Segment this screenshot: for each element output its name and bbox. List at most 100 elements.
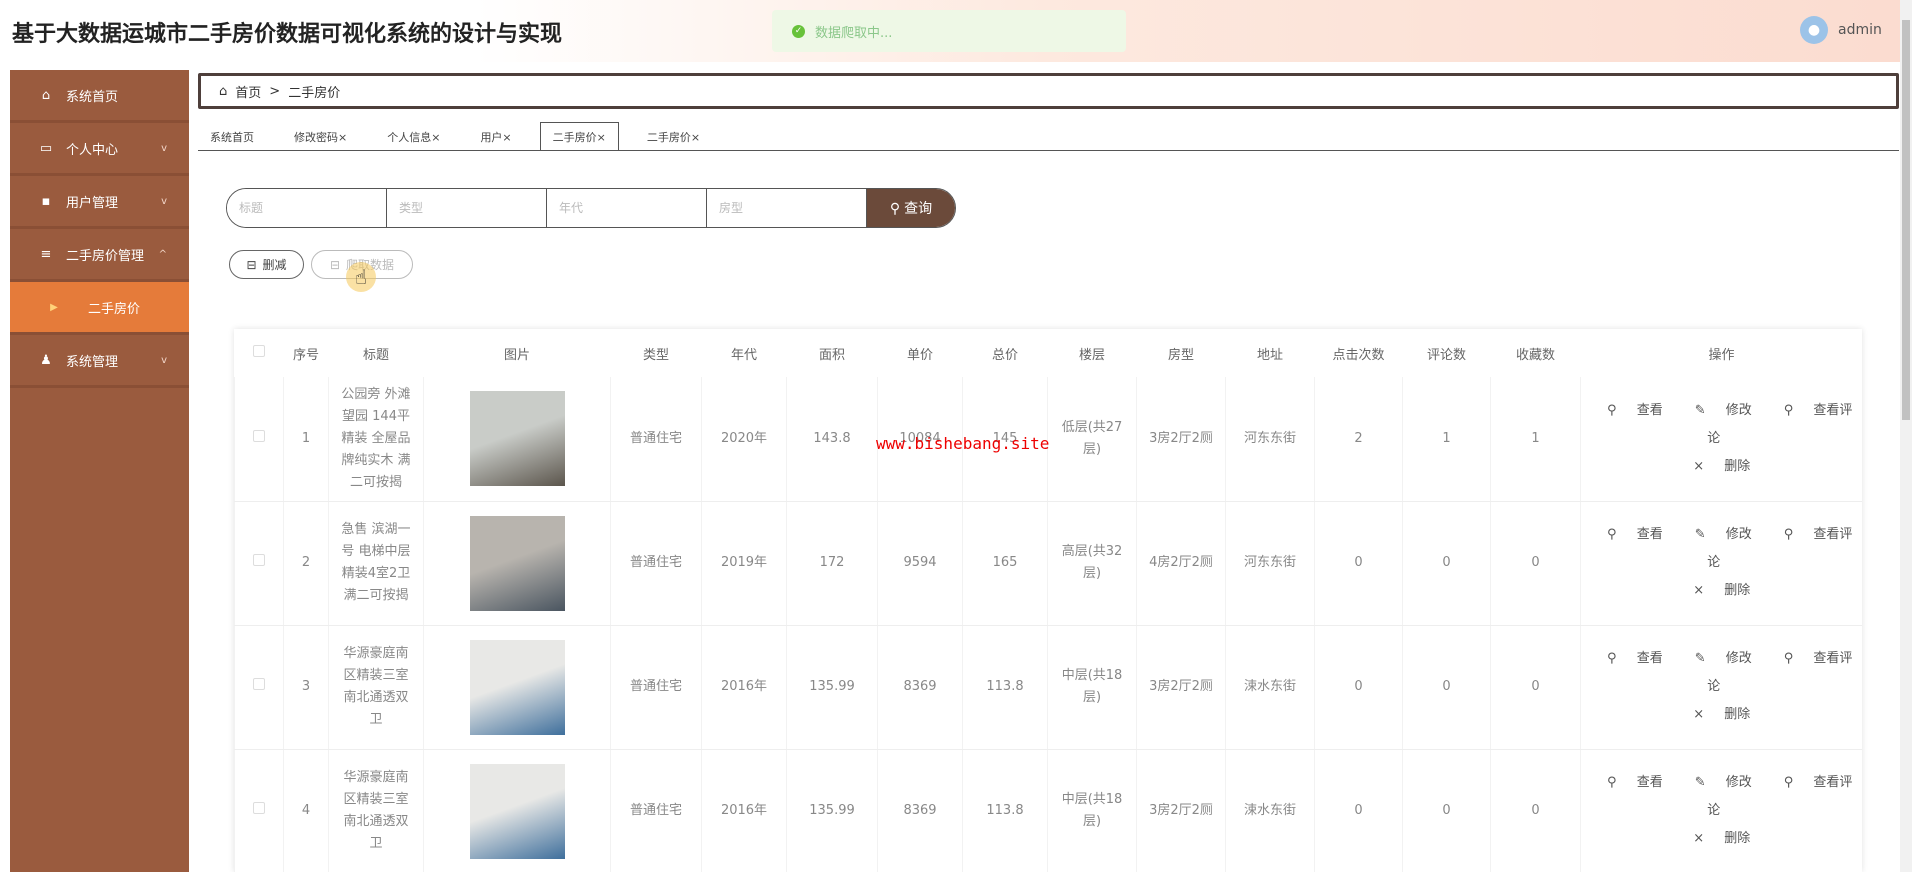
comments-cell: 0	[1402, 749, 1491, 872]
sidebar-item[interactable]: ▪ 用户管理 v	[10, 176, 189, 229]
home-icon: ⌂	[41, 87, 51, 103]
year-search-input[interactable]	[547, 189, 707, 227]
favs-cell: 0	[1490, 501, 1581, 626]
chat-icon: ▪	[41, 193, 51, 209]
total-cell: 165	[962, 501, 1048, 626]
delete-button[interactable]: ⊟ 删减	[229, 250, 304, 279]
table-row: 3 华源豪庭南区精装三室南北通透双卫 普通住宅 2016年 135.99 8369 113.…	[234, 625, 1862, 750]
action-label: 修改	[1725, 527, 1752, 542]
search-icon: ⚲	[1607, 775, 1621, 790]
row-checkbox[interactable]	[253, 678, 265, 690]
image-cell	[423, 501, 611, 626]
table-row: 2 急售 滨湖一号 电梯中层 精装4室2卫 满二可按揭 普通住宅 2019年 172 95…	[234, 501, 1862, 626]
sidebar-item-label: 二手房价管理	[66, 248, 145, 264]
app-title: 基于大数据运城市二手房价数据可视化系统的设计与实现	[12, 22, 563, 47]
type-cell: 普通住宅	[610, 501, 702, 626]
tab[interactable]: 二手房价×	[539, 122, 619, 150]
favs-cell: 0	[1490, 625, 1581, 750]
delete-row-button[interactable]: × 删除	[1685, 707, 1758, 722]
sidebar-item[interactable]: ⌂ 系统首页	[10, 70, 189, 123]
sidebar-item-label: 系统管理	[66, 354, 119, 370]
action-label: 修改	[1725, 775, 1752, 790]
search-icon: ⚲	[1783, 651, 1798, 666]
edit-button[interactable]: ✎ 修改	[1687, 527, 1760, 542]
column-header: 操作	[1708, 347, 1735, 363]
home-icon: ⌂	[219, 83, 228, 99]
layout-cell: 3房2厅2厕	[1136, 377, 1226, 502]
close-icon: ×	[1693, 458, 1709, 474]
search-icon: ⚲	[1783, 527, 1798, 542]
column-header: 总价	[991, 347, 1018, 363]
tab[interactable]: 系统首页	[198, 123, 266, 150]
comments-cell: 0	[1402, 501, 1491, 626]
tab[interactable]: 用户×	[468, 123, 523, 150]
checkbox-cell	[234, 501, 284, 626]
search-icon: ⚲	[1607, 402, 1621, 418]
area-cell: 135.99	[786, 749, 878, 872]
page-scrollbar[interactable]	[1900, 0, 1912, 872]
delete-row-button[interactable]: × 删除	[1685, 459, 1758, 474]
tab[interactable]: 修改密码×	[282, 123, 359, 150]
breadcrumb-home[interactable]: 首页	[235, 82, 261, 101]
column-header: 点击次数	[1332, 347, 1385, 363]
sidebar-item[interactable]: ▶ 二手房价	[10, 282, 189, 335]
chevron-up-icon: ^	[158, 248, 167, 260]
row-checkbox[interactable]	[253, 802, 265, 814]
year-cell: 2019年	[701, 501, 787, 626]
view-button[interactable]: ⚲ 查看	[1599, 775, 1671, 790]
toast-text: 数据爬取中...	[815, 25, 893, 41]
column-header: 类型	[642, 347, 669, 363]
layout-search-input[interactable]	[707, 189, 867, 227]
house-photo	[469, 515, 565, 611]
edit-button[interactable]: ✎ 修改	[1687, 651, 1760, 666]
search-button[interactable]: ⚲ 查询	[867, 189, 955, 227]
column-header: 序号	[292, 347, 319, 363]
row-checkbox[interactable]	[253, 554, 265, 566]
tab[interactable]: 个人信息×	[375, 123, 452, 150]
addr-cell: 河东东街	[1225, 377, 1315, 502]
house-price-table: 序号 标题 图片 类型 年代 面积 单价 总价 楼层 房型 地址 点击次数 评论数 收藏数 操作 1 公园旁 外…	[234, 329, 1862, 872]
sidebar-item[interactable]: ≡ 二手房价管理 ^	[10, 229, 189, 282]
card-icon: ▭	[39, 140, 53, 156]
total-cell: 113.8	[962, 749, 1048, 872]
search-button-label: 查询	[904, 200, 933, 216]
search-icon: ⚲	[1783, 775, 1798, 790]
pencil-icon: ✎	[1694, 775, 1710, 790]
floor-cell: 中层(共18层)	[1047, 625, 1137, 750]
no-cell: 4	[283, 749, 329, 872]
user-menu[interactable]: ● admin	[1800, 16, 1882, 44]
floor-cell: 高层(共32层)	[1047, 501, 1137, 626]
view-button[interactable]: ⚲ 查看	[1599, 403, 1671, 418]
scrollbar-thumb[interactable]	[1902, 20, 1910, 420]
type-cell: 普通住宅	[610, 749, 702, 872]
table-row: 4 华源豪庭南区精装三室南北通透双卫 普通住宅 2016年 135.99 8369 113.…	[234, 749, 1862, 872]
checkbox-cell	[234, 377, 284, 502]
comments-cell: 0	[1402, 625, 1491, 750]
type-search-input[interactable]	[387, 189, 547, 227]
delete-row-button[interactable]: × 删除	[1685, 831, 1758, 846]
close-icon: ×	[1693, 831, 1709, 846]
sidebar-item[interactable]: ▭ 个人中心 v	[10, 123, 189, 176]
success-icon: ✓	[792, 24, 805, 38]
search-bar: ⚲ 查询	[226, 188, 956, 228]
addr-cell: 河东东街	[1225, 501, 1315, 626]
checkbox-cell	[234, 625, 284, 750]
actions-cell: ⚲ 查看 ✎ 修改 ⚲ 查看评论 × 删除	[1580, 625, 1862, 750]
favs-cell: 1	[1490, 377, 1581, 502]
chevron-down-icon: v	[161, 195, 167, 207]
floor-cell: 中层(共18层)	[1047, 749, 1137, 872]
checkbox-header	[235, 329, 284, 377]
column-header: 年代	[730, 347, 757, 363]
view-button[interactable]: ⚲ 查看	[1599, 527, 1671, 542]
view-button[interactable]: ⚲ 查看	[1599, 651, 1671, 666]
year-cell: 2016年	[701, 625, 787, 750]
tab[interactable]: 二手房价×	[635, 123, 712, 150]
row-checkbox[interactable]	[253, 429, 265, 442]
title-search-input[interactable]	[227, 189, 387, 227]
sidebar-item[interactable]: ♟ 系统管理 v	[10, 335, 189, 388]
delete-row-button[interactable]: × 删除	[1685, 583, 1758, 598]
edit-button[interactable]: ✎ 修改	[1687, 775, 1760, 790]
column-header: 房型	[1167, 347, 1194, 363]
edit-button[interactable]: ✎ 修改	[1687, 403, 1760, 418]
select-all-checkbox[interactable]	[253, 345, 265, 357]
